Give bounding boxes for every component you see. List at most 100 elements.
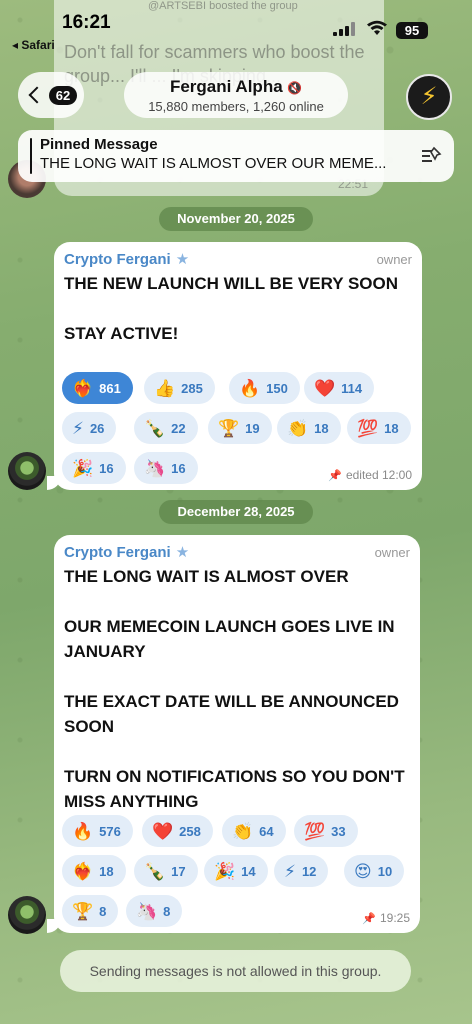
reaction-count: 258	[179, 823, 201, 839]
sender-avatar[interactable]	[8, 452, 46, 490]
reaction-count: 64	[259, 823, 274, 839]
message-text: THE NEW LAUNCH WILL BE VERY SOON STAY AC…	[64, 274, 399, 343]
sender-role: owner	[374, 544, 410, 560]
chat-title: Fergani Alpha	[169, 77, 283, 96]
message-time: edited 12:00	[345, 468, 412, 482]
reaction-count: 8	[163, 903, 171, 919]
back-to-app-link[interactable]: ◂ Safari	[12, 38, 55, 52]
thumbs-up-icon: 👍	[154, 378, 176, 398]
bubble-tail	[47, 919, 61, 933]
reaction-fire[interactable]: 🔥 576	[62, 815, 133, 847]
fire-icon: 🔥	[239, 378, 261, 398]
date-separator: December 28, 2025	[159, 500, 313, 524]
clap-icon: 👏	[232, 821, 254, 841]
unicorn-icon: 🦄	[144, 458, 166, 478]
reaction-hundred[interactable]: 💯 18	[347, 412, 411, 444]
reaction-trophy[interactable]: 🏆 8	[62, 895, 119, 927]
reaction-champagne[interactable]: 🍾 17	[134, 855, 198, 887]
reaction-hundred[interactable]: 💯 33	[294, 815, 358, 847]
wifi-icon	[367, 20, 387, 35]
champagne-icon: 🍾	[144, 418, 166, 438]
reaction-heart[interactable]: ❤️ 114	[304, 372, 375, 404]
pin-icon: 📌	[328, 469, 342, 482]
pinned-text: THE LONG WAIT IS ALMOST OVER OUR MEME...	[40, 155, 387, 172]
reaction-trophy[interactable]: 🏆 19	[208, 412, 272, 444]
pin-icon: 📌	[362, 912, 376, 925]
message-meta: 📌 edited 12:00	[328, 468, 412, 482]
reaction-fire[interactable]: 🔥 150	[229, 372, 300, 404]
reaction-count: 16	[99, 460, 114, 476]
chat-info-button[interactable]: Fergani Alpha 🔇 15,880 members, 1,260 on…	[124, 72, 348, 118]
reaction-heart-eyes[interactable]: 😍 10	[344, 855, 405, 887]
pinned-message-bar[interactable]: Pinned Message THE LONG WAIT IS ALMOST O…	[18, 130, 454, 182]
sender-name: Crypto Fergani	[64, 543, 171, 561]
muted-speaker-icon: 🔇	[287, 81, 303, 95]
star-icon: ★	[175, 544, 190, 561]
hundred-icon: 💯	[357, 418, 379, 438]
reaction-count: 16	[171, 460, 186, 476]
sender-name: Crypto Fergani	[64, 250, 171, 268]
message-time: 19:25	[379, 911, 410, 925]
chevron-left-icon	[28, 86, 46, 104]
message-bubble[interactable]: Crypto Fergani ★ owner THE NEW LAUNCH WI…	[47, 242, 422, 490]
reaction-lightning[interactable]: ⚡ 12	[274, 855, 329, 887]
lightning-icon: ⚡	[284, 861, 296, 881]
reaction-clap[interactable]: 👏 64	[222, 815, 286, 847]
message-meta: 📌 19:25	[362, 911, 410, 925]
party-popper-icon: 🎉	[214, 861, 236, 881]
back-button[interactable]: 62	[18, 72, 84, 118]
pinned-label: Pinned Message	[40, 136, 158, 153]
reaction-champagne[interactable]: 🍾 22	[134, 412, 198, 444]
clap-icon: 👏	[287, 418, 309, 438]
sender-role: owner	[376, 251, 412, 267]
reaction-count: 22	[171, 420, 186, 436]
pinned-list-icon[interactable]	[420, 144, 442, 166]
fire-icon: 🔥	[72, 821, 94, 841]
reaction-count: 18	[314, 420, 329, 436]
reaction-count: 33	[331, 823, 346, 839]
trophy-icon: 🏆	[72, 901, 94, 921]
unicorn-icon: 🦄	[136, 901, 158, 921]
status-time: 16:21	[62, 12, 111, 33]
reaction-lightning[interactable]: ⚡ 26	[62, 412, 117, 444]
reaction-count: 26	[89, 420, 105, 436]
reaction-count: 8	[99, 903, 107, 919]
reaction-count: 18	[99, 863, 114, 879]
message-sender[interactable]: Crypto Fergani ★	[64, 250, 189, 269]
message-text: THE LONG WAIT IS ALMOST OVER OUR MEMECOI…	[64, 567, 405, 811]
status-bar: 16:21 ◂ Safari 95	[0, 0, 472, 52]
heart-fire-icon: ❤️‍🔥	[72, 861, 94, 881]
reaction-party[interactable]: 🎉 16	[62, 452, 126, 484]
bubble-tail	[47, 476, 61, 490]
cellular-signal-icon	[333, 22, 355, 36]
group-avatar[interactable]: ⚡	[406, 74, 452, 120]
heart-icon: ❤️	[314, 378, 336, 398]
reaction-count: 18	[384, 420, 399, 436]
reaction-count: 14	[241, 863, 256, 879]
reaction-clap[interactable]: 👏 18	[277, 412, 341, 444]
reaction-heart-fire[interactable]: ❤️‍🔥 861	[62, 372, 133, 404]
heart-eyes-icon: 😍	[354, 861, 372, 881]
lightning-icon: ⚡	[72, 418, 84, 438]
chat-subtitle: 15,880 members, 1,260 online	[148, 99, 324, 114]
reaction-count: 19	[245, 420, 260, 436]
message-sender[interactable]: Crypto Fergani ★	[64, 543, 190, 562]
message-bubble[interactable]: Crypto Fergani ★ owner THE LONG WAIT IS …	[47, 535, 420, 933]
reaction-count: 12	[301, 863, 317, 879]
sender-avatar[interactable]	[8, 896, 46, 934]
reaction-unicorn[interactable]: 🦄 8	[126, 895, 183, 927]
trophy-icon: 🏆	[218, 418, 240, 438]
unread-count-badge: 62	[48, 85, 78, 105]
heart-icon: ❤️	[152, 821, 174, 841]
champagne-icon: 🍾	[144, 861, 166, 881]
reaction-heart-fire[interactable]: ❤️‍🔥 18	[62, 855, 126, 887]
reaction-heart[interactable]: ❤️ 258	[142, 815, 213, 847]
reaction-count: 861	[99, 380, 121, 396]
reaction-count: 576	[99, 823, 121, 839]
party-popper-icon: 🎉	[72, 458, 94, 478]
reaction-count: 114	[341, 380, 363, 396]
reaction-party[interactable]: 🎉 14	[204, 855, 268, 887]
reaction-thumbs-up[interactable]: 👍 285	[144, 372, 215, 404]
reaction-count: 285	[181, 380, 203, 396]
reaction-unicorn[interactable]: 🦄 16	[134, 452, 198, 484]
